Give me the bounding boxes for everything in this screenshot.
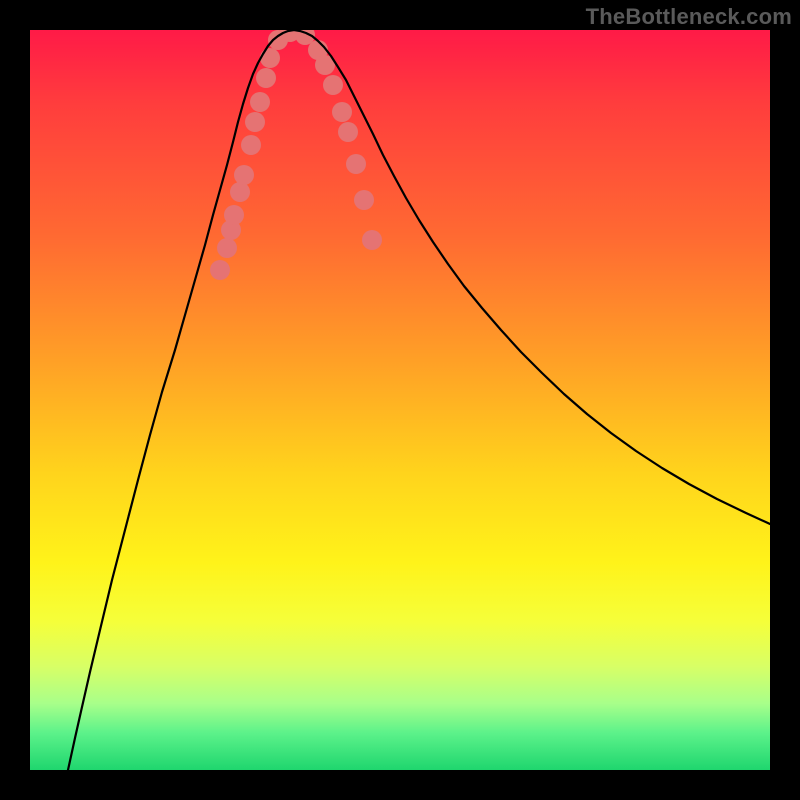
marker-dot — [332, 102, 352, 122]
marker-dot — [256, 68, 276, 88]
marker-dot — [210, 260, 230, 280]
chart-container: TheBottleneck.com — [0, 0, 800, 800]
bottleneck-curve — [68, 30, 770, 770]
marker-dot — [346, 154, 366, 174]
marker-dot — [234, 165, 254, 185]
marker-dot — [362, 230, 382, 250]
watermark-label: TheBottleneck.com — [586, 4, 792, 30]
marker-dot — [250, 92, 270, 112]
marker-dot — [224, 205, 244, 225]
marker-dot — [260, 48, 280, 68]
marker-dot — [241, 135, 261, 155]
marker-dot — [338, 122, 358, 142]
marker-dot — [217, 238, 237, 258]
marker-dot — [354, 190, 374, 210]
plot-area — [30, 30, 770, 770]
curve-layer — [30, 30, 770, 770]
marker-dot — [323, 75, 343, 95]
marker-dot — [245, 112, 265, 132]
marker-dots-group — [210, 30, 382, 280]
marker-dot — [230, 182, 250, 202]
